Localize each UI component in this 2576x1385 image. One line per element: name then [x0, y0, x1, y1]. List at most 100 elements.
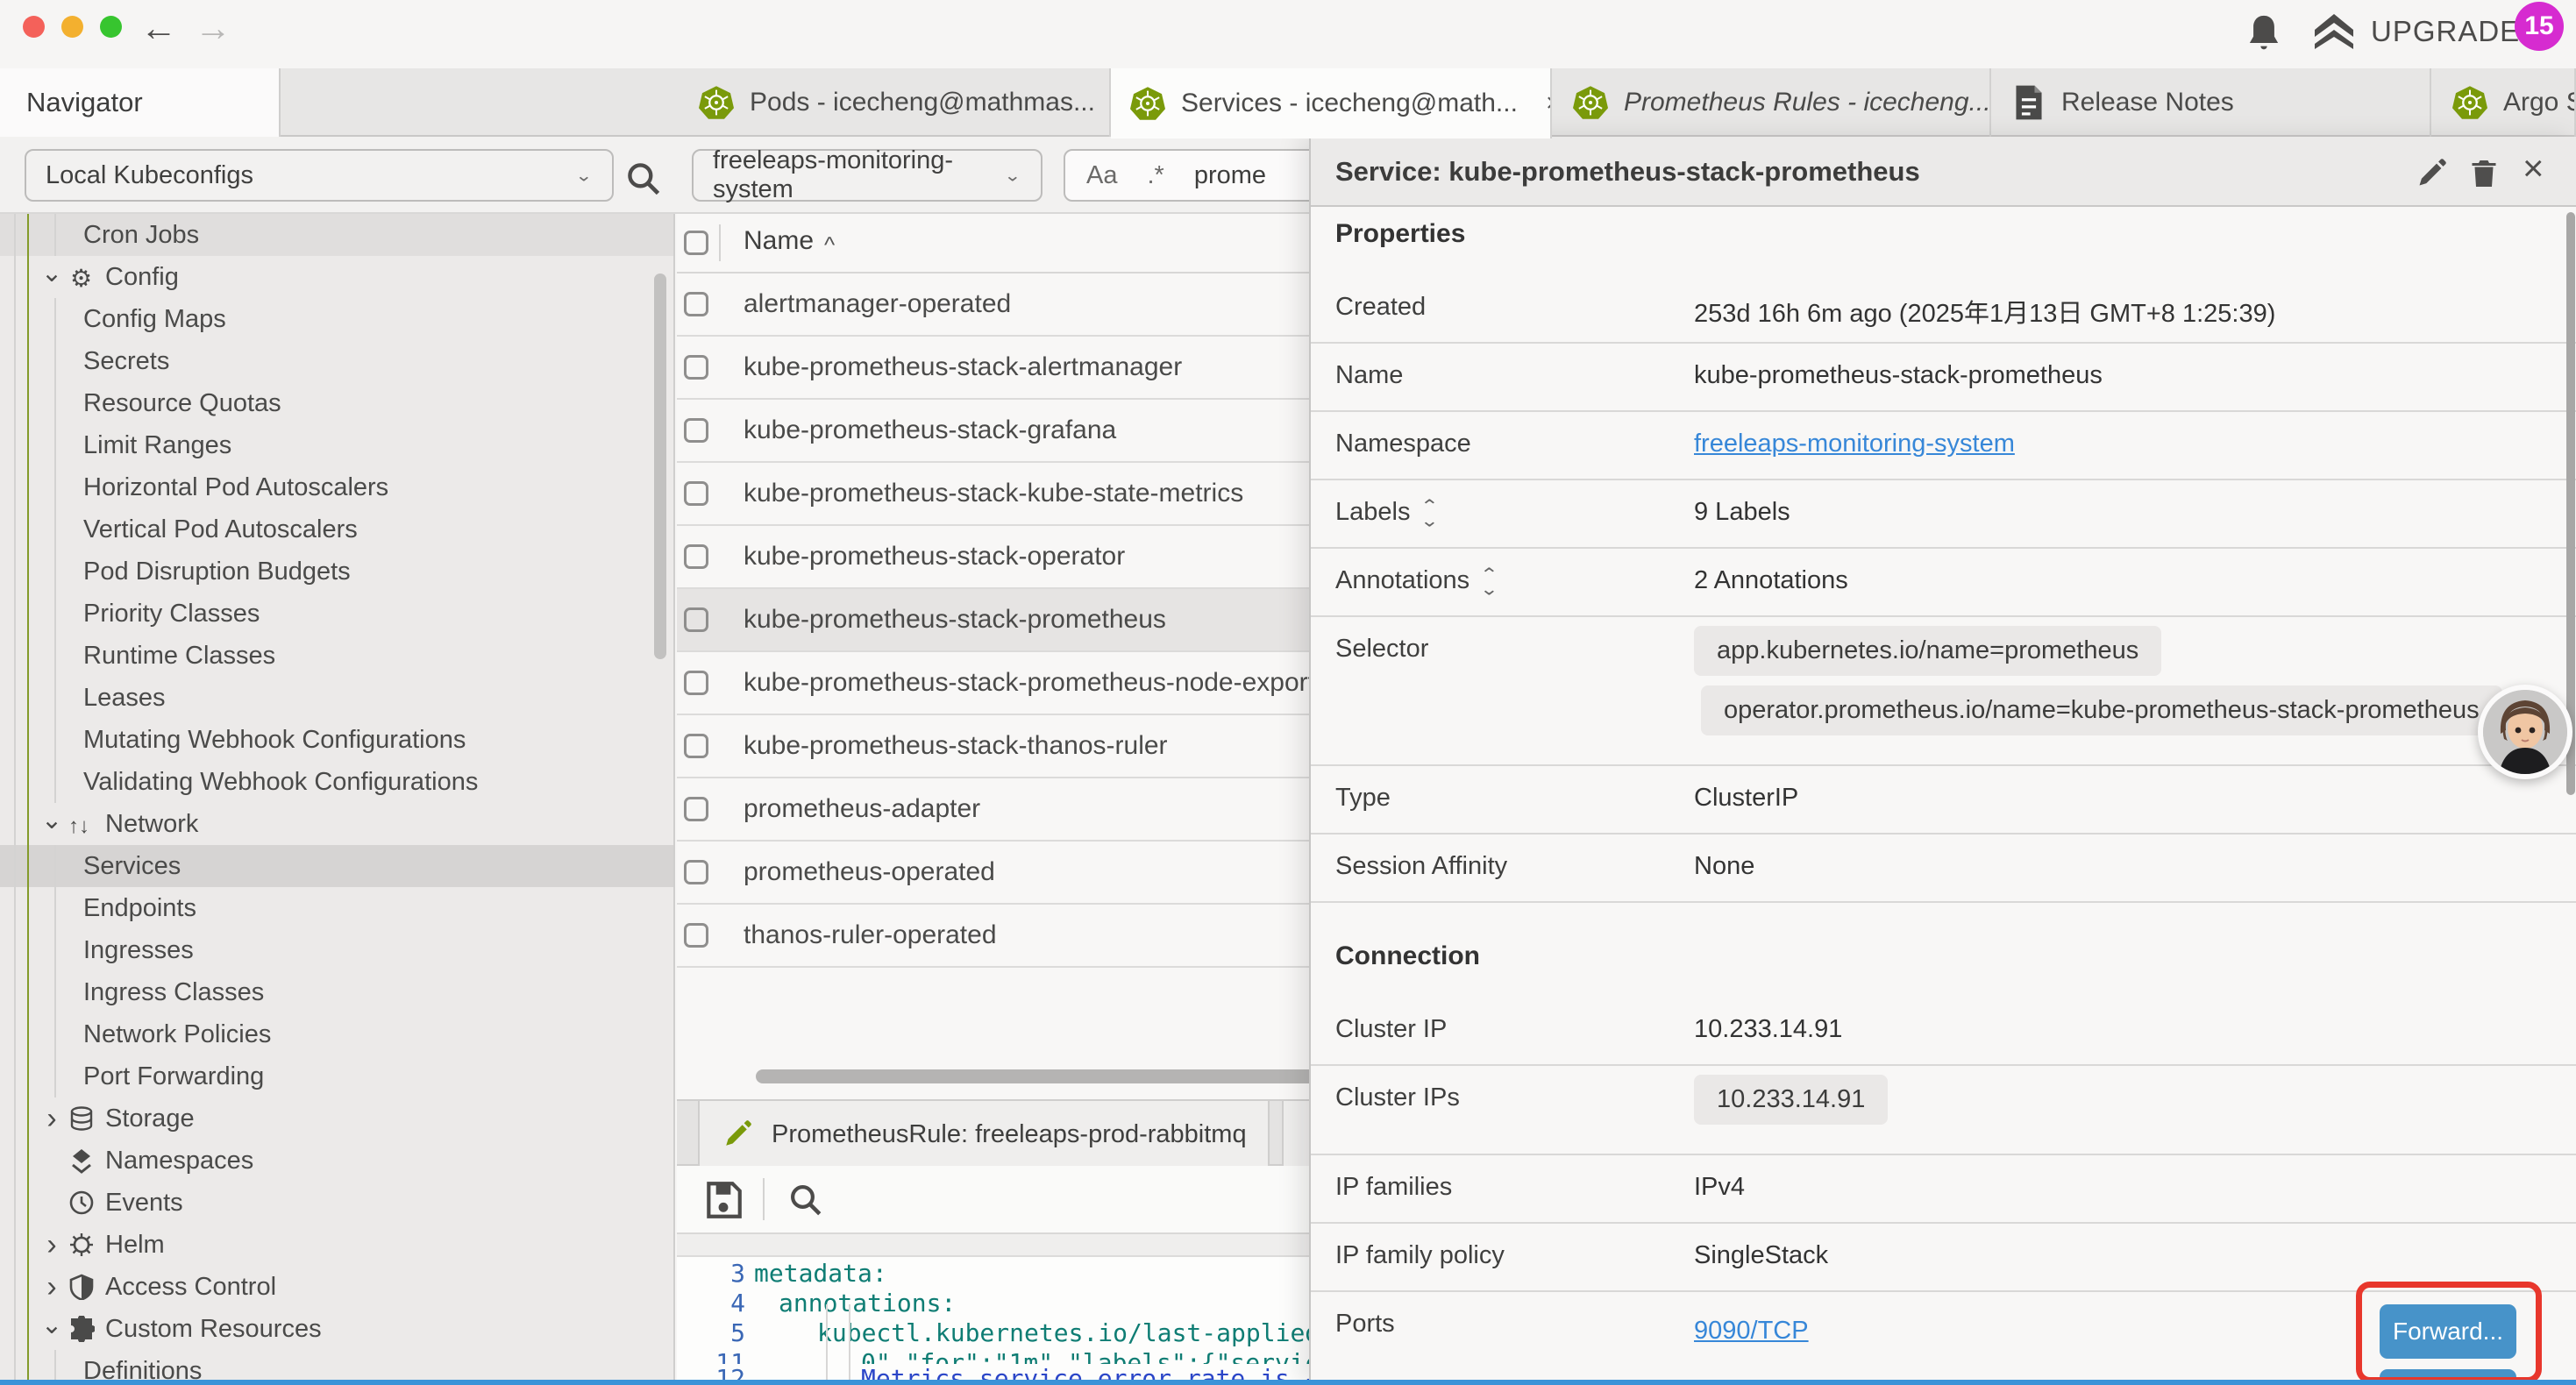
indent-guide	[54, 466, 56, 508]
sidebar-item-namespaces[interactable]: Namespaces	[0, 1140, 673, 1182]
sidebar-item-label: Helm	[105, 1231, 165, 1260]
chevron-down-icon[interactable]: ⌄	[40, 1310, 63, 1340]
section-heading-properties: Properties	[1335, 219, 1465, 249]
sort-updown-icon[interactable]: ⌃⌃	[1420, 501, 1440, 524]
sidebar-item-events[interactable]: Events	[0, 1182, 673, 1224]
field-value-labels: 9 Labels	[1694, 498, 1790, 527]
chevron-right-icon[interactable]: ›	[40, 1270, 63, 1304]
svg-text:↑↓: ↑↓	[68, 814, 89, 837]
sidebar-item-resource-quotas[interactable]: Resource Quotas	[0, 382, 673, 424]
service-name-cell: prometheus-adapter	[744, 794, 980, 824]
value-chip: 10.233.14.91	[1694, 1075, 1888, 1125]
row-checkbox[interactable]	[684, 734, 708, 758]
kubeconfig-selector[interactable]: Local Kubeconfigs ⌄	[25, 149, 614, 202]
namespace-link[interactable]: freeleaps-monitoring-system	[1694, 430, 2015, 458]
chevron-right-icon[interactable]: ›	[40, 1228, 63, 1262]
edit-pencil-icon[interactable]	[2416, 158, 2447, 189]
notifications-bell-icon[interactable]	[2245, 12, 2283, 54]
field-label-created: Created	[1335, 293, 1426, 322]
sidebar-item-label: Storage	[105, 1104, 195, 1133]
sidebar-item-config-maps[interactable]: Config Maps	[0, 298, 673, 340]
row-checkbox[interactable]	[684, 797, 708, 821]
tab-release-notes[interactable]: Release Notes	[1993, 68, 2431, 137]
sidebar-item-limit-ranges[interactable]: Limit Ranges	[0, 424, 673, 466]
tab-pods-icecheng-mathmas[interactable]: Pods - icecheng@mathmas...	[680, 68, 1111, 137]
user-avatar[interactable]	[2478, 685, 2572, 779]
notification-count-badge[interactable]: 15	[2515, 2, 2564, 51]
row-checkbox[interactable]	[684, 923, 708, 948]
sidebar-item-priority-classes[interactable]: Priority Classes	[0, 593, 673, 635]
gear-icon: ⚙	[67, 264, 96, 290]
sidebar-item-pod-disruption-budgets[interactable]: Pod Disruption Budgets	[0, 550, 673, 593]
zoom-window-button[interactable]	[100, 16, 122, 38]
sidebar-search-icon[interactable]	[624, 160, 663, 198]
sort-ascending-icon[interactable]: ^	[824, 231, 835, 259]
row-checkbox[interactable]	[684, 292, 708, 316]
sidebar-item-storage[interactable]: › Storage	[0, 1097, 673, 1140]
value-chip: app.kubernetes.io/name=prometheus	[1694, 626, 2161, 676]
chevron-down-icon[interactable]: ⌄	[40, 258, 63, 288]
row-checkbox[interactable]	[684, 481, 708, 506]
back-arrow-button[interactable]: ←	[140, 7, 177, 49]
close-icon[interactable]: ×	[2523, 147, 2544, 189]
prometheusrule-editor-tab[interactable]: PrometheusRule: freeleaps-prod-rabbitmq	[698, 1101, 1270, 1168]
sidebar-item-ingresses[interactable]: Ingresses	[0, 929, 673, 971]
row-checkbox[interactable]	[684, 418, 708, 443]
save-icon[interactable]	[701, 1178, 745, 1222]
field-label-type: Type	[1335, 784, 1391, 813]
drawer-scrollbar-thumb[interactable]	[2566, 212, 2575, 795]
sort-updown-icon[interactable]: ⌃⌃	[1480, 570, 1499, 593]
sidebar-item-cron-jobs[interactable]: Cron Jobs	[0, 214, 673, 256]
row-checkbox[interactable]	[684, 544, 708, 569]
sidebar-item-validating-webhook-configurations[interactable]: Validating Webhook Configurations	[0, 761, 673, 803]
tab-prometheus-rules-icecheng[interactable]: Prometheus Rules - icecheng...	[1554, 68, 1991, 137]
sidebar-item-secrets[interactable]: Secrets	[0, 340, 673, 382]
chevron-down-icon[interactable]: ⌄	[40, 805, 63, 835]
drawer-header: Service: kube-prometheus-stack-prometheu…	[1311, 137, 2576, 207]
row-checkbox[interactable]	[684, 607, 708, 632]
close-window-button[interactable]	[23, 16, 45, 38]
tab-close-icon[interactable]: ×	[1546, 89, 1552, 118]
code-text: metadata:	[754, 1259, 887, 1288]
row-checkbox[interactable]	[684, 860, 708, 884]
trash-icon[interactable]	[2468, 158, 2500, 189]
namespace-selector[interactable]: freeleaps-monitoring-system ⌄	[692, 149, 1042, 202]
sidebar-item-horizontal-pod-autoscalers[interactable]: Horizontal Pod Autoscalers	[0, 466, 673, 508]
match-case-toggle[interactable]: Aa	[1086, 161, 1117, 190]
sidebar-item-config[interactable]: ⌄⚙Config	[0, 256, 673, 298]
indent-guide	[54, 424, 56, 466]
row-checkbox[interactable]	[684, 355, 708, 380]
navigator-panel-tab[interactable]: Navigator	[0, 68, 281, 137]
sidebar-item-label: Mutating Webhook Configurations	[83, 726, 466, 755]
sidebar-item-helm[interactable]: › Helm	[0, 1224, 673, 1266]
sidebar-item-mutating-webhook-configurations[interactable]: Mutating Webhook Configurations	[0, 719, 673, 761]
minimize-window-button[interactable]	[61, 16, 83, 38]
sidebar-item-label: Ingresses	[83, 936, 194, 965]
sidebar-item-services[interactable]: Services	[0, 845, 673, 887]
upgrade-button[interactable]: UPGRADE	[2311, 9, 2520, 54]
sidebar-item-access-control[interactable]: ›Access Control	[0, 1266, 673, 1308]
sidebar-item-leases[interactable]: Leases	[0, 677, 673, 719]
port-forward-link[interactable]: 9090/TCP	[1694, 1317, 1809, 1345]
field-label-ip-families: IP families	[1335, 1173, 1452, 1202]
sidebar-scrollbar-thumb[interactable]	[654, 273, 666, 659]
sidebar-item-port-forwarding[interactable]: Port Forwarding	[0, 1055, 673, 1097]
sidebar-item-vertical-pod-autoscalers[interactable]: Vertical Pod Autoscalers	[0, 508, 673, 550]
name-column-header[interactable]: Name	[744, 226, 814, 256]
sidebar-item-custom-resources[interactable]: ⌄Custom Resources	[0, 1308, 673, 1350]
sidebar-item-endpoints[interactable]: Endpoints	[0, 887, 673, 929]
sidebar-item-network-policies[interactable]: Network Policies	[0, 1013, 673, 1055]
regex-toggle[interactable]: .*	[1147, 161, 1163, 190]
select-all-checkbox[interactable]	[684, 231, 708, 255]
chevron-right-icon[interactable]: ›	[40, 1102, 63, 1136]
sidebar-item-network[interactable]: ⌄↑↓Network	[0, 803, 673, 845]
sidebar-item-runtime-classes[interactable]: Runtime Classes	[0, 635, 673, 677]
tab-argo-se[interactable]: Argo Se	[2433, 68, 2576, 137]
editor-search-icon[interactable]	[787, 1182, 824, 1218]
field-value-namespace[interactable]: freeleaps-monitoring-system	[1694, 430, 2015, 458]
tab-services-icecheng-math[interactable]: Services - icecheng@math...×	[1111, 68, 1552, 138]
row-checkbox[interactable]	[684, 671, 708, 695]
forward-arrow-button[interactable]: →	[195, 7, 231, 49]
window-titlebar: ← → UPGRADE 15	[0, 0, 2576, 68]
sidebar-item-ingress-classes[interactable]: Ingress Classes	[0, 971, 673, 1013]
